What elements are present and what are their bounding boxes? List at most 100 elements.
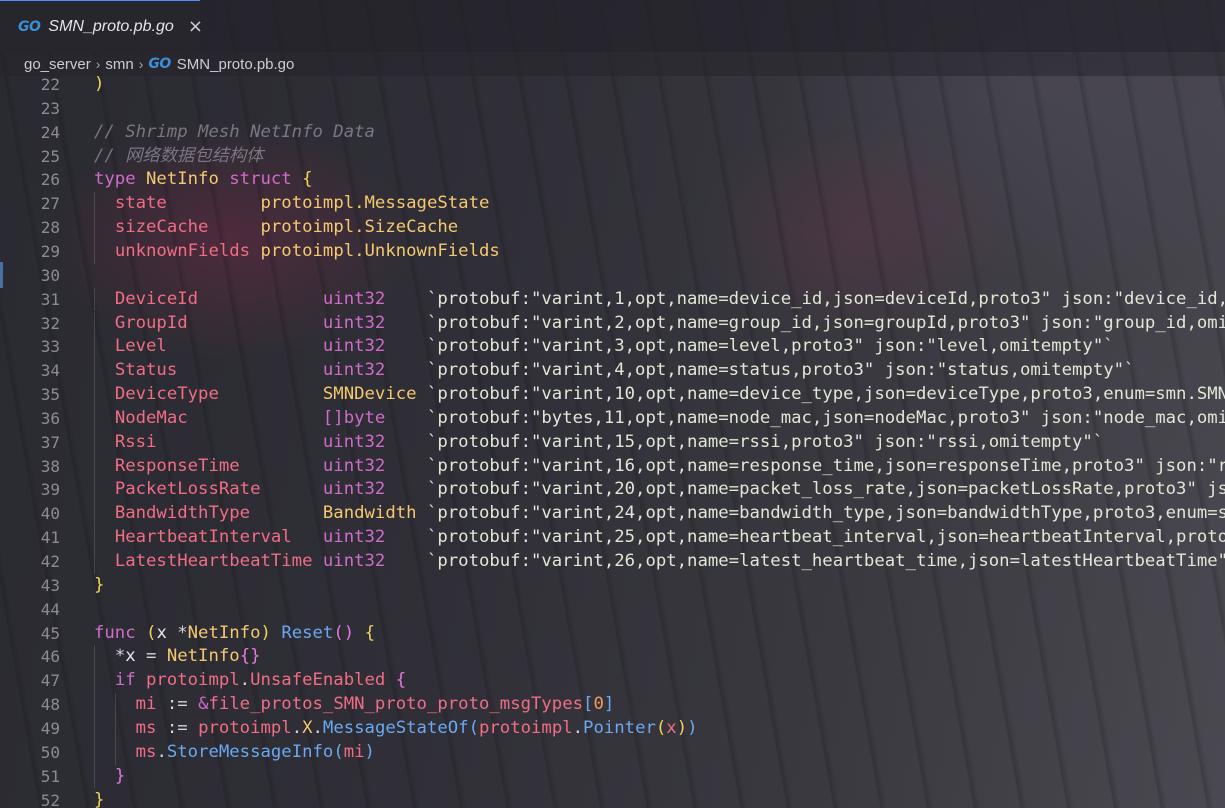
code-line[interactable]: 49 ms := protoimpl.X.MessageStateOf(prot… bbox=[0, 716, 1225, 741]
code-token: () bbox=[333, 622, 365, 643]
code-token: uint32 bbox=[322, 455, 427, 476]
line-number: 43 bbox=[40, 575, 60, 595]
code-token: // Shrimp Mesh NetInfo Data bbox=[94, 121, 375, 142]
breadcrumb-item-smn[interactable]: smn bbox=[105, 56, 133, 73]
code-token: BandwidthType bbox=[114, 503, 323, 524]
code-token: { bbox=[302, 169, 313, 190]
breadcrumb-item-file[interactable]: SMN_proto.pb.go bbox=[177, 56, 295, 73]
code-line[interactable]: 44 bbox=[0, 598, 1225, 622]
code-token: ( bbox=[333, 741, 344, 762]
line-code: DeviceId uint32 `protobuf:"varint,1,opt,… bbox=[94, 288, 1225, 312]
line-number: 50 bbox=[40, 742, 60, 762]
close-icon[interactable]: × bbox=[188, 16, 203, 37]
line-number: 45 bbox=[40, 623, 60, 643]
code-token: // 网络数据包结构体 bbox=[94, 145, 264, 166]
code-token: := bbox=[166, 717, 199, 738]
line-code: GroupId uint32 `protobuf:"varint,2,opt,n… bbox=[94, 312, 1225, 336]
code-token: * bbox=[114, 646, 126, 667]
code-token: uint32 bbox=[322, 431, 427, 452]
code-line[interactable]: 45 func (x *NetInfo) Reset() { bbox=[0, 622, 1225, 646]
code-token: protoimpl.MessageState bbox=[260, 193, 490, 214]
code-line[interactable]: 42 LatestHeartbeatTime uint32 `protobuf:… bbox=[0, 550, 1225, 574]
code-token: func bbox=[94, 622, 147, 643]
code-token: protoimpl.SizeCache bbox=[260, 217, 459, 238]
line-number: 40 bbox=[40, 504, 60, 524]
code-line[interactable]: 35 DeviceType SMNDevice `protobuf:"varin… bbox=[0, 383, 1225, 407]
code-line[interactable]: 27 state protoimpl.MessageState bbox=[0, 192, 1225, 217]
line-code: ms.StoreMessageInfo(mi) bbox=[94, 741, 375, 765]
line-code: PacketLossRate uint32 `protobuf:"varint,… bbox=[94, 478, 1225, 502]
line-number: 35 bbox=[40, 385, 60, 405]
code-line[interactable]: 47 if protoimpl.UnsafeEnabled { bbox=[0, 669, 1225, 694]
code-line[interactable]: 23 bbox=[0, 97, 1225, 121]
code-token: ms bbox=[135, 741, 157, 762]
code-line[interactable]: 38 ResponseTime uint32 `protobuf:"varint… bbox=[0, 454, 1225, 479]
code-line[interactable]: 43} bbox=[0, 574, 1225, 598]
line-code: } bbox=[94, 574, 104, 598]
code-line[interactable]: 26 type NetInfo struct { bbox=[0, 168, 1225, 192]
code-line[interactable]: 52} bbox=[0, 789, 1225, 808]
chevron-right-icon: › bbox=[95, 56, 101, 72]
code-line[interactable]: 40 BandwidthType Bandwidth `protobuf:"va… bbox=[0, 502, 1225, 527]
code-line[interactable]: 48 mi := &file_protos_SMN_proto_proto_ms… bbox=[0, 693, 1225, 717]
code-line[interactable]: 50 ms.StoreMessageInfo(mi) bbox=[0, 740, 1225, 765]
breadcrumb-item-go-server[interactable]: go_server bbox=[24, 56, 91, 73]
code-token: unknownFields bbox=[114, 240, 261, 261]
code-token: `protobuf:"varint,2,opt,name=group_id,js… bbox=[426, 312, 1225, 333]
code-token: struct bbox=[229, 169, 303, 190]
code-line[interactable]: 25 // 网络数据包结构体 bbox=[0, 145, 1225, 169]
code-token: uint32 bbox=[322, 360, 427, 381]
line-number: 28 bbox=[40, 218, 60, 238]
line-code: HeartbeatInterval uint32 `protobuf:"vari… bbox=[94, 526, 1225, 550]
code-line[interactable]: 51 } bbox=[0, 764, 1225, 789]
code-token: ( bbox=[655, 717, 667, 738]
code-token: Pointer bbox=[583, 717, 656, 738]
code-token: ) bbox=[676, 717, 688, 738]
code-token: x bbox=[666, 717, 677, 738]
line-number: 52 bbox=[40, 790, 60, 808]
code-token: ( bbox=[468, 717, 479, 738]
line-number: 44 bbox=[40, 599, 60, 619]
modified-line-marker bbox=[0, 261, 3, 288]
code-token: Rssi bbox=[114, 431, 323, 452]
code-line[interactable]: 46 *x = NetInfo{} bbox=[0, 645, 1225, 670]
code-editor[interactable]: 22) 23 24// Shrimp Mesh NetInfo Data 25// 网… bbox=[0, 73, 1225, 808]
line-code: // Shrimp Mesh NetInfo Data bbox=[94, 121, 375, 145]
code-line[interactable]: 41 HeartbeatInterval uint32 `protobuf:"v… bbox=[0, 526, 1225, 550]
code-token: mi bbox=[135, 694, 167, 715]
code-token: []byte bbox=[322, 407, 427, 428]
code-line[interactable]: 37 Rssi uint32 `protobuf:"varint,15,opt,… bbox=[0, 430, 1225, 455]
code-line[interactable]: 33 Level uint32 `protobuf:"varint,3,opt,… bbox=[0, 335, 1225, 360]
code-line[interactable]: 30 bbox=[0, 261, 1225, 288]
code-token: GroupId bbox=[114, 312, 323, 333]
code-token: * bbox=[177, 622, 188, 643]
indent-guide bbox=[94, 502, 95, 527]
code-line[interactable]: 36 NodeMac []byte `protobuf:"bytes,11,op… bbox=[0, 406, 1225, 431]
go-file-icon: GO bbox=[148, 56, 171, 72]
code-line[interactable]: 29 unknownFields protoimpl.UnknownFields bbox=[0, 239, 1225, 264]
line-code: Status uint32 `protobuf:"varint,4,opt,na… bbox=[94, 359, 1135, 383]
line-number: 36 bbox=[40, 408, 60, 428]
code-token: X bbox=[302, 717, 313, 738]
tab-smn-proto-pb-go[interactable]: GO SMN_proto.pb.go × bbox=[0, 0, 203, 52]
code-token: { bbox=[364, 622, 375, 643]
code-line[interactable]: 31 DeviceId uint32 `protobuf:"varint,1,o… bbox=[0, 287, 1225, 312]
code-line[interactable]: 39 PacketLossRate uint32 `protobuf:"vari… bbox=[0, 478, 1225, 503]
code-line[interactable]: 24 // Shrimp Mesh NetInfo Data bbox=[0, 121, 1225, 145]
code-token: = bbox=[146, 646, 167, 667]
indent-guide bbox=[94, 311, 95, 336]
code-token: `protobuf:"varint,24,opt,name=bandwidth_… bbox=[426, 503, 1225, 524]
line-number: 38 bbox=[40, 456, 60, 476]
indent-guide bbox=[94, 764, 95, 789]
code-token: `protobuf:"bytes,11,opt,name=node_mac,js… bbox=[426, 407, 1225, 428]
code-token: uint32 bbox=[322, 479, 427, 500]
code-token: `protobuf:"varint,26,opt,name=latest_hea… bbox=[426, 551, 1225, 571]
code-line[interactable]: 22) bbox=[0, 73, 1225, 97]
code-line[interactable]: 34 Status uint32 `protobuf:"varint,4,opt… bbox=[0, 359, 1225, 384]
code-line[interactable]: 28 sizeCache protoimpl.SizeCache bbox=[0, 216, 1225, 240]
code-token: ) bbox=[687, 717, 698, 738]
code-line[interactable]: 32 GroupId uint32 `protobuf:"varint,2,op… bbox=[0, 311, 1225, 336]
